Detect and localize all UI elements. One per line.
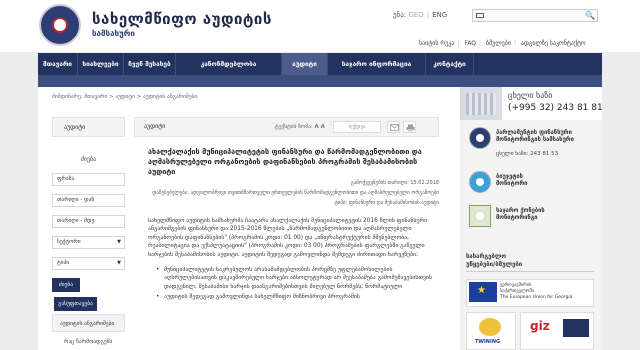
lang-geo-link[interactable]: GEO — [408, 11, 423, 19]
hotline-label: ცხელი ხაზი — [508, 91, 553, 100]
widget-parliament-monitoring[interactable]: პარლამენტის ფინანსური მონიტორინგის სამსა… — [465, 127, 597, 163]
widget2-title: ბიუჯეტის მონიტორი — [496, 174, 528, 187]
search-button[interactable]: ძიება — [52, 278, 80, 292]
keyword-input[interactable]: ფრაზა — [52, 173, 125, 186]
email-icon[interactable] — [387, 121, 400, 133]
type-select-value: ტიპი — [57, 260, 70, 266]
main-nav: მთავარი სიახლეები ჩვენ შესახებ კანონმდებ… — [38, 53, 602, 75]
font-size-control: ტექსტის ზომა: A A — [275, 118, 325, 136]
nav-item-about[interactable]: ჩვენ შესახებ — [124, 53, 176, 75]
search-label: ძიება — [80, 156, 97, 163]
nav-item-legislation[interactable]: კანონმდებლობა — [176, 53, 282, 75]
nav-item-news[interactable]: სიახლეები — [78, 53, 124, 75]
sidebar-buttons: ძიება გასუფთავება — [52, 278, 125, 311]
top-link-sitemap[interactable]: საიტის რუკა — [419, 40, 454, 47]
print-field[interactable]: ბეჭდვა — [333, 121, 381, 133]
nav-item-contact[interactable]: კონტაქტი — [426, 53, 474, 75]
divider — [466, 271, 594, 272]
widget1-phone: ცხელი ხაზი: 243 81 53 — [496, 151, 559, 157]
sidebar-list-item[interactable]: რაც წარმოადგენს — [52, 332, 125, 346]
lang-eng-link[interactable]: ENG — [432, 11, 447, 19]
sai-logo-icon — [563, 319, 589, 337]
widget-property-monitoring[interactable]: საჯარო ქონების მონიტორინგი — [465, 205, 597, 231]
print-icon[interactable] — [403, 121, 416, 133]
property-monitor-logo-icon — [469, 205, 491, 227]
chevron-down-icon: ▼ — [117, 260, 121, 266]
sector-select[interactable]: სექტორი ▼ — [52, 236, 125, 249]
search-icon[interactable]: 🔍 — [585, 11, 595, 20]
building-image — [460, 87, 502, 120]
article-bullets: მუნიციპალიტეტის საკრებულოს არასამამდებლო… — [156, 266, 439, 302]
language-label: ენა: — [393, 11, 407, 19]
font-size-buttons[interactable]: A A — [315, 124, 325, 130]
hotline-number: (+995 32) 243 81 81 — [508, 103, 603, 113]
list-item: აუდიტის შედეგად გამოვლინდა სახელმწიფო მი… — [156, 293, 439, 302]
nav-banner — [38, 75, 602, 87]
top-link-links[interactable]: ბმულები — [486, 40, 511, 47]
right-sidebar: ცხელი ხაზი (+995 32) 243 81 81 პარლამენტ… — [460, 87, 603, 350]
site-logo-icon[interactable] — [39, 4, 81, 46]
georgian-flag-icon — [476, 13, 484, 18]
audit-reports-link[interactable]: აუდიტის ანგარიშები — [52, 314, 125, 332]
nav-item-public-info[interactable]: საჯარო ინფორმაცია — [328, 53, 426, 75]
partner-giz-text: giz — [530, 319, 550, 333]
widget1-title: პარლამენტის ფინანსური მონიტორინგის სამსა… — [496, 130, 574, 143]
nav-item-home[interactable]: მთავარი — [38, 53, 78, 75]
useful-links-title: სასარგებლო უწყებები/ბმულები — [466, 253, 523, 268]
article: აუდიტი ტექსტის ზომა: A A ბეჭდვა ახალქალა… — [134, 117, 439, 304]
top-links: საიტის რუკა | FAQ | ბმულები | ადგილზე საკონ… — [419, 40, 586, 47]
budget-monitor-logo-icon — [469, 171, 491, 193]
language-switcher: ენა: GEO | ENG — [393, 11, 448, 19]
site-subtitle: სამსახური — [92, 29, 135, 38]
article-published-date: გამოქვეყნების თარიღი: 15.02.2018 — [350, 180, 439, 186]
nav-item-audit[interactable]: აუდიტი — [282, 53, 328, 75]
widget3-title: საჯარო ქონების მონიტორინგი — [496, 208, 545, 221]
partner-twinning-text: TWINING — [475, 339, 501, 345]
article-title: ახალქალაქის მუნიციპალიტეტის ფინანსური და… — [148, 147, 422, 176]
chevron-down-icon: ▼ — [117, 239, 121, 245]
date-to-input[interactable]: თარიღი - მდე — [52, 215, 125, 228]
content-area: მიმდინარე: მთავარი > აუდიტი > აუდიტის ან… — [38, 87, 603, 350]
reset-button[interactable]: გასუფთავება — [54, 297, 97, 311]
breadcrumb: მიმდინარე: მთავარი > აუდიტი > აუდიტის ან… — [52, 94, 198, 100]
site-header: სახელმწიფო აუდიტის სამსახური ენა: GEO | EN… — [0, 0, 640, 52]
sidebar: აუდიტი ძიება ფრაზა თარიღი - დან თარიღი -… — [52, 117, 125, 346]
eu-flag-icon — [469, 282, 497, 302]
type-select[interactable]: ტიპი ▼ — [52, 257, 125, 270]
hotline-banner[interactable]: ცხელი ხაზი (+995 32) 243 81 81 — [460, 87, 603, 120]
site-title[interactable]: სახელმწიფო აუდიტის — [92, 10, 272, 28]
top-link-contact[interactable]: ადგილზე საკონტაქტო — [521, 40, 586, 47]
twinning-logo-icon — [479, 318, 501, 336]
parliament-logo-icon — [469, 127, 491, 149]
partner-eu-link[interactable]: ევროკავშირის საქართველოში The European U… — [466, 279, 594, 307]
sector-select-value: სექტორი — [57, 239, 81, 245]
font-size-label: ტექსტის ზომა: — [275, 124, 313, 130]
article-type: ტიპი: ფინანსური და შესაბამისობის აუდიტი — [334, 200, 439, 206]
partner-twinning-link[interactable]: TWINING — [466, 312, 516, 350]
sidebar-title: აუდიტი — [52, 117, 125, 137]
top-link-faq[interactable]: FAQ — [464, 40, 476, 47]
header-search-input[interactable]: 🔍 — [472, 9, 598, 22]
list-item: მუნიციპალიტეტის საკრებულოს არასამამდებლო… — [156, 266, 439, 291]
partner-eu-text: ევროკავშირის საქართველოში The European U… — [500, 283, 573, 300]
article-body: სახელმწიფო აუდიტის სამსახურმა ჩაატარა ახ… — [148, 218, 428, 258]
date-from-input[interactable]: თარიღი - დან — [52, 194, 125, 207]
partner-giz-link[interactable]: giz — [520, 312, 594, 350]
widget-budget-monitor[interactable]: ბიუჯეტის მონიტორი — [465, 171, 597, 197]
article-entity: დაწესებულება: ადგილობრივი თვითმმართველი … — [152, 190, 439, 196]
article-section-title: აუდიტი — [144, 123, 166, 130]
article-toolbar: აუდიტი ტექსტის ზომა: A A ბეჭდვა — [134, 117, 439, 137]
